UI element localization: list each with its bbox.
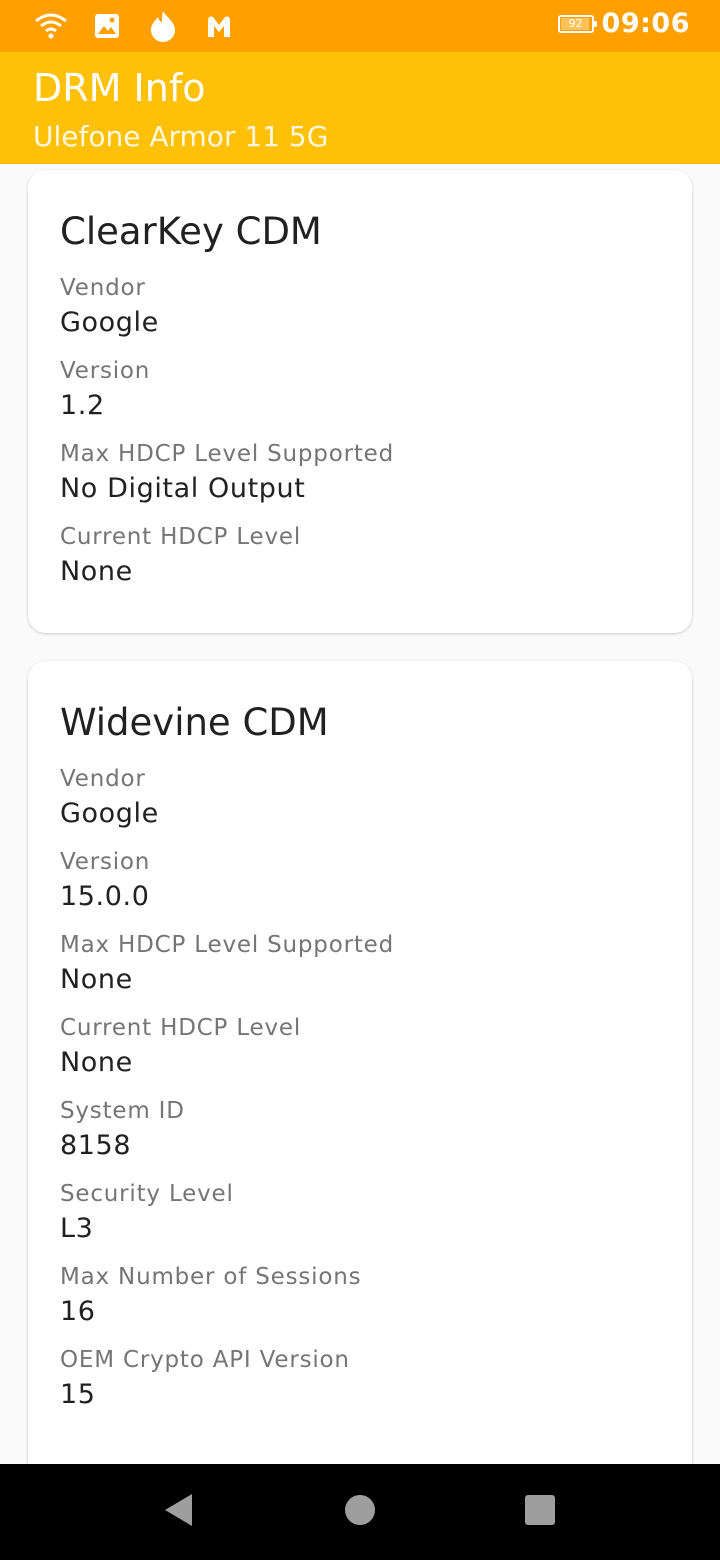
version-label: Version (60, 849, 151, 875)
max-hdcp-value: None (60, 964, 133, 995)
max-hdcp-label: Max HDCP Level Supported (60, 441, 395, 467)
back-icon (162, 1492, 196, 1532)
app-subtitle: Ulefone Armor 11 5G (33, 120, 329, 153)
oem-crypto-value: 15 (60, 1379, 96, 1410)
security-level-value: L3 (60, 1213, 94, 1244)
current-hdcp-value: None (60, 556, 133, 587)
app-bar: DRM Info Ulefone Armor 11 5G (0, 52, 720, 164)
home-icon (344, 1494, 376, 1530)
max-hdcp-label: Max HDCP Level Supported (60, 932, 395, 958)
system-id-label: System ID (60, 1098, 185, 1124)
version-value: 1.2 (60, 390, 105, 421)
version-value: 15.0.0 (60, 881, 150, 912)
content-scroll[interactable]: ClearKey CDM Vendor Google Version 1.2 M… (0, 164, 720, 1464)
status-bar: 92 09:06 (0, 0, 720, 52)
malwarebytes-icon (202, 10, 236, 42)
back-button[interactable] (119, 1464, 239, 1560)
recents-icon (524, 1494, 556, 1530)
current-hdcp-label: Current HDCP Level (60, 524, 302, 550)
clearkey-card: ClearKey CDM Vendor Google Version 1.2 M… (28, 170, 692, 633)
max-sessions-value: 16 (60, 1296, 96, 1327)
current-hdcp-label: Current HDCP Level (60, 1015, 302, 1041)
version-label: Version (60, 358, 151, 384)
system-id-value: 8158 (60, 1130, 132, 1161)
flame-icon (146, 10, 180, 42)
app-title: DRM Info (33, 66, 206, 110)
max-hdcp-value: No Digital Output (60, 473, 306, 504)
security-level-label: Security Level (60, 1181, 234, 1207)
max-sessions-label: Max Number of Sessions (60, 1264, 362, 1290)
card-title: Widevine CDM (60, 701, 329, 744)
widevine-card: Widevine CDM Vendor Google Version 15.0.… (28, 661, 692, 1464)
vendor-value: Google (60, 798, 159, 829)
vendor-label: Vendor (60, 275, 146, 301)
vendor-value: Google (60, 307, 159, 338)
current-hdcp-value: None (60, 1047, 133, 1078)
recents-button[interactable] (480, 1464, 600, 1560)
navigation-bar (0, 1464, 720, 1560)
home-button[interactable] (300, 1464, 420, 1560)
image-icon (90, 10, 124, 42)
wifi-icon (34, 10, 68, 42)
vendor-label: Vendor (60, 766, 146, 792)
battery-icon: 92 (557, 14, 597, 33)
battery-level: 92 (568, 16, 583, 30)
card-title: ClearKey CDM (60, 210, 322, 253)
status-time: 09:06 (601, 8, 690, 39)
oem-crypto-label: OEM Crypto API Version (60, 1347, 350, 1373)
